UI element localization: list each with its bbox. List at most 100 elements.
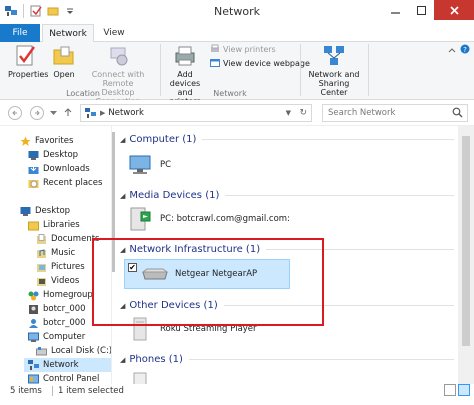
svg-text:?: ?: [463, 46, 467, 54]
downloads-icon: [28, 163, 39, 174]
breadcrumb-network[interactable]: Network: [108, 108, 144, 118]
forward-button[interactable]: [30, 106, 44, 120]
close-button[interactable]: [434, 0, 474, 20]
media-server-icon: [126, 206, 154, 232]
nav-item-homegroup-botcr[interactable]: botcr_000: [28, 316, 86, 330]
group-phones[interactable]: ◢ Phones (1): [120, 354, 454, 365]
address-dropdown-icon[interactable]: ▼: [286, 109, 291, 117]
ribbon-group-separator: [368, 44, 369, 96]
nav-label: Favorites: [35, 136, 74, 146]
user-icon: [29, 318, 38, 328]
collapse-triangle-icon[interactable]: ◢: [120, 136, 125, 144]
nav-label: Downloads: [43, 164, 90, 174]
device-label: PC: [160, 160, 172, 170]
open-label: Open: [53, 70, 75, 79]
nav-label: Desktop: [35, 206, 71, 216]
remote-desktop-icon: [104, 44, 132, 68]
highlight-annotation-box: [92, 238, 324, 326]
nav-label: Local Disk (C:): [51, 346, 112, 356]
maximize-button[interactable]: [408, 0, 434, 20]
disk-drive-icon: [36, 346, 47, 355]
group-media-devices[interactable]: ◢ Media Devices (1): [120, 190, 454, 201]
tab-network[interactable]: Network: [42, 24, 94, 43]
window-controls: [382, 0, 474, 20]
view-printers-button[interactable]: View printers: [210, 44, 276, 54]
minimize-button[interactable]: [382, 0, 408, 20]
properties-large-icon: [12, 44, 40, 68]
music-icon: [37, 248, 46, 258]
properties-label: Properties: [8, 70, 49, 79]
add-devices-label-1: Add devices: [169, 70, 201, 88]
refresh-icon[interactable]: ↻: [299, 108, 307, 118]
nav-item-favorites[interactable]: Favorites: [20, 134, 73, 148]
collapse-triangle-icon[interactable]: ◢: [120, 356, 125, 364]
item-count: 5 items: [10, 386, 42, 396]
nav-item-recent-places[interactable]: Recent places: [28, 176, 102, 190]
details-view-button[interactable]: [444, 384, 456, 396]
search-icon[interactable]: [452, 107, 463, 118]
printer-icon: [171, 44, 199, 68]
view-buttons: [444, 384, 470, 396]
nav-label: Homegroup: [43, 290, 93, 300]
collapse-triangle-icon[interactable]: ◢: [120, 192, 125, 200]
videos-icon: [37, 277, 46, 286]
pictures-icon: [37, 263, 46, 272]
content-scrollbar[interactable]: [458, 126, 474, 392]
minimize-ribbon-icon[interactable]: [448, 46, 456, 56]
search-placeholder: Search Network: [328, 108, 396, 118]
open-button[interactable]: Open: [50, 44, 78, 79]
nav-item-desktop-favorite[interactable]: Desktop: [28, 148, 78, 162]
tab-view[interactable]: View: [96, 24, 132, 42]
status-bar: 5 items 1 item selected: [0, 384, 474, 405]
device-media-pc[interactable]: PC: botcrawl.com@gmail.com:: [126, 206, 290, 232]
title-bar: Network: [0, 0, 474, 24]
content-scroll-thumb[interactable]: [462, 136, 470, 346]
documents-icon: [37, 233, 46, 244]
help-icon[interactable]: ?: [460, 44, 470, 57]
location-group-label: Location: [66, 89, 100, 98]
breadcrumb-chevron-icon[interactable]: ▶: [100, 109, 105, 117]
network-icon: [28, 359, 39, 370]
nav-item-user-botcr[interactable]: botcr_000: [28, 302, 86, 316]
ribbon-tabs: File Network View: [0, 24, 474, 43]
ribbon-group-separator: [300, 44, 301, 96]
nav-label: Pictures: [51, 262, 85, 272]
user-folder-icon: [29, 304, 38, 314]
up-arrow-icon: [64, 108, 72, 116]
webpage-icon: [210, 59, 220, 67]
nav-item-documents[interactable]: Documents: [36, 232, 99, 246]
nav-item-network[interactable]: Network: [24, 358, 111, 372]
group-divider: [225, 195, 454, 196]
nav-item-libraries[interactable]: Libraries: [28, 218, 80, 232]
view-device-webpage-button[interactable]: View device webpage: [210, 58, 310, 68]
desktop-icon: [28, 150, 39, 160]
group-title: Phones (1): [129, 354, 183, 365]
view-device-webpage-label: View device webpage: [223, 58, 310, 68]
nav-item-computer[interactable]: Computer: [28, 330, 85, 344]
device-pc[interactable]: PC: [126, 152, 171, 178]
nav-item-pictures[interactable]: Pictures: [36, 260, 85, 274]
nav-item-downloads[interactable]: Downloads: [28, 162, 90, 176]
group-title: Computer (1): [129, 134, 197, 145]
tab-file[interactable]: File: [0, 24, 40, 42]
connect-remote-label-1: Connect with Remote: [91, 70, 145, 88]
address-bar[interactable]: ▶ Network ▼ ↻: [80, 104, 312, 122]
status-divider: [52, 386, 53, 396]
search-input[interactable]: Search Network: [322, 104, 468, 122]
back-arrow-icon: [12, 110, 17, 116]
up-button[interactable]: [62, 106, 74, 121]
back-button[interactable]: [8, 106, 22, 120]
computer-icon: [28, 332, 39, 342]
libraries-icon: [28, 221, 39, 230]
nav-item-music[interactable]: Music: [36, 246, 75, 260]
recent-locations-icon[interactable]: [50, 109, 57, 119]
network-address-icon: [85, 107, 96, 118]
nav-item-videos[interactable]: Videos: [36, 274, 79, 288]
nav-item-desktop[interactable]: Desktop: [20, 204, 70, 218]
network-sharing-center-button[interactable]: Network and Sharing Center: [304, 44, 364, 97]
tiles-view-button[interactable]: [458, 384, 470, 396]
nav-item-homegroup[interactable]: Homegroup: [28, 288, 93, 302]
properties-button[interactable]: Properties: [8, 44, 49, 79]
group-computer[interactable]: ◢ Computer (1): [120, 134, 454, 145]
nav-item-local-disk[interactable]: Local Disk (C:): [36, 344, 112, 358]
